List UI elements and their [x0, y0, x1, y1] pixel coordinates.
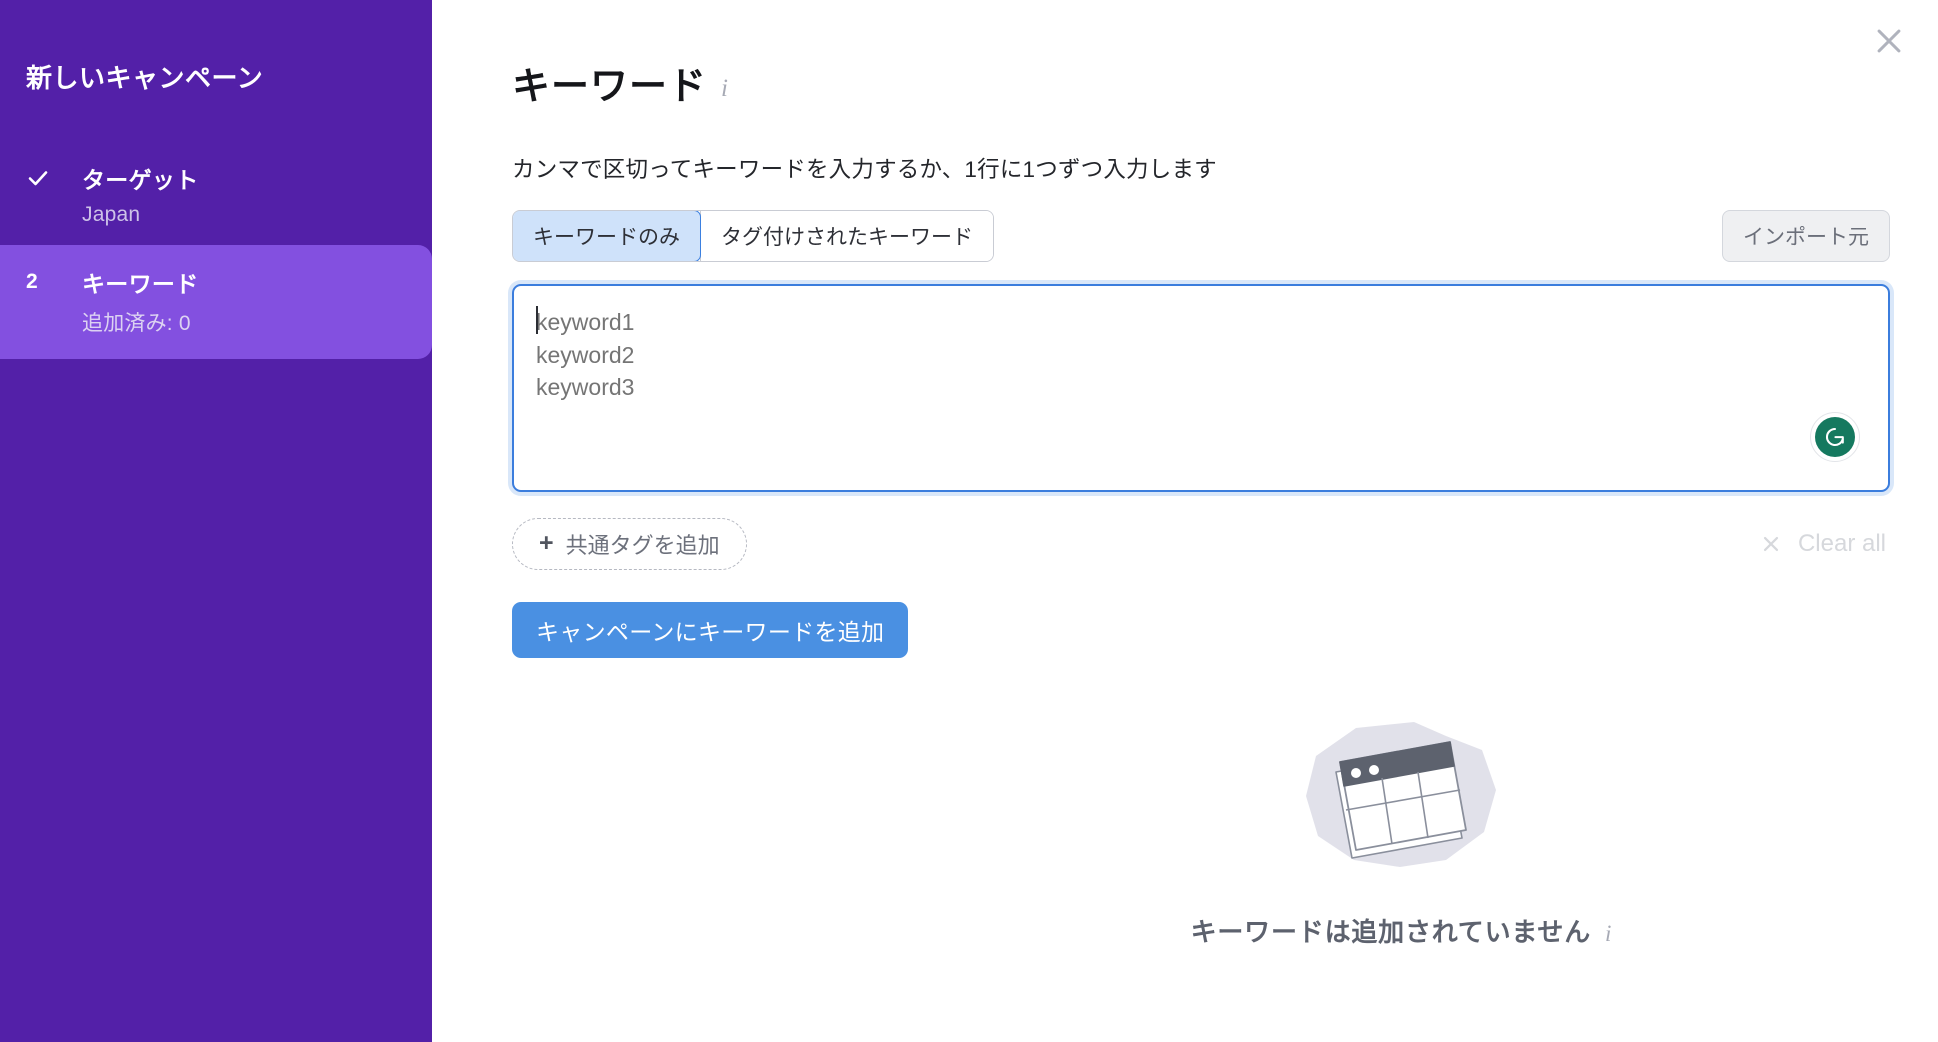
sidebar-item-keywords-row: 2 キーワード [26, 265, 406, 299]
page-title-row: キーワード i [512, 55, 1938, 110]
close-button[interactable] [1860, 12, 1918, 70]
keywords-textarea[interactable] [512, 284, 1890, 492]
tabs-row: キーワードのみ タグ付けされたキーワード インポート元 [512, 210, 1890, 262]
tag-actions-row: + 共通タグを追加 Clear all [512, 518, 1890, 570]
sidebar-item-keywords[interactable]: 2 キーワード 追加済み: 0 [0, 244, 432, 359]
keywords-textarea-wrap [512, 284, 1890, 492]
grammarly-badge [1815, 417, 1855, 457]
check-icon [26, 166, 52, 190]
sidebar: 新しいキャンペーン ターゲット Japan 2 キーワード 追加済み: 0 [0, 0, 432, 1042]
empty-table-illustration [1296, 720, 1506, 870]
import-from-button[interactable]: インポート元 [1722, 210, 1890, 262]
plus-icon: + [539, 528, 554, 557]
main-panel: キーワード i カンマで区切ってキーワードを入力するか、1行に1つずつ入力します… [432, 0, 1938, 1042]
sidebar-item-target[interactable]: ターゲット Japan [0, 147, 432, 245]
empty-state-info-icon[interactable]: i [1605, 921, 1611, 947]
info-icon[interactable]: i [721, 76, 728, 101]
tab-keywords-only[interactable]: キーワードのみ [513, 211, 701, 261]
main-content: キーワード i カンマで区切ってキーワードを入力するか、1行に1つずつ入力します… [432, 0, 1938, 658]
sidebar-item-target-row: ターゲット [26, 161, 406, 195]
sidebar-item-keywords-label: キーワード [82, 270, 199, 297]
sidebar-item-keywords-sub: 追加済み: 0 [82, 311, 191, 335]
empty-state-text-row: キーワードは追加されていません i [1191, 912, 1612, 949]
tab-tagged-keywords[interactable]: タグ付けされたキーワード [700, 211, 993, 261]
empty-state-message: キーワードは追加されていません [1190, 917, 1592, 947]
page-title: キーワード [512, 66, 708, 108]
sidebar-item-target-sub: Japan [82, 202, 141, 226]
subtitle-text: カンマで区切ってキーワードを入力するか、1行に1つずつ入力します [512, 157, 1217, 182]
close-icon [1872, 24, 1906, 58]
grammarly-icon[interactable] [1810, 412, 1860, 462]
clear-all-label: Clear all [1797, 530, 1886, 557]
campaign-keywords-modal: 新しいキャンペーン ターゲット Japan 2 キーワード 追加済み: 0 キー… [0, 0, 1938, 1042]
step-number-badge: 2 [26, 269, 38, 293]
empty-state: キーワードは追加されていません i [864, 720, 1938, 949]
input-mode-tabs: キーワードのみ タグ付けされたキーワード [512, 210, 994, 262]
sidebar-item-target-label: ターゲット [82, 166, 199, 193]
clear-icon [1760, 533, 1782, 555]
sidebar-title: 新しいキャンペーン [26, 63, 264, 93]
clear-all-button[interactable]: Clear all [1760, 530, 1890, 558]
add-keywords-to-campaign-button[interactable]: キャンペーンにキーワードを追加 [512, 602, 909, 658]
text-cursor [536, 306, 538, 334]
add-common-tag-button[interactable]: + 共通タグを追加 [512, 518, 747, 570]
sidebar-step-list: ターゲット Japan 2 キーワード 追加済み: 0 [0, 147, 432, 359]
add-common-tag-label: 共通タグを追加 [565, 533, 720, 558]
